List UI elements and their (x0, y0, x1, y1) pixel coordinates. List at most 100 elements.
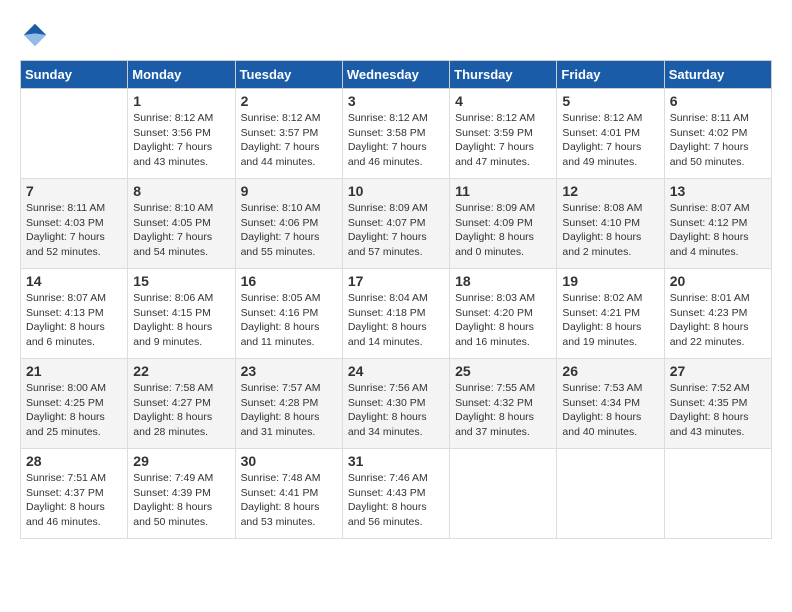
day-info: Sunrise: 8:09 AMSunset: 4:09 PMDaylight:… (455, 201, 551, 260)
day-cell: 27 Sunrise: 7:52 AMSunset: 4:35 PMDayligh… (664, 359, 771, 449)
day-cell: 30 Sunrise: 7:48 AMSunset: 4:41 PMDayligh… (235, 449, 342, 539)
day-info: Sunrise: 8:12 AMSunset: 3:58 PMDaylight:… (348, 111, 444, 170)
day-number: 30 (241, 453, 337, 469)
day-number: 4 (455, 93, 551, 109)
day-info: Sunrise: 7:52 AMSunset: 4:35 PMDaylight:… (670, 381, 766, 440)
day-info: Sunrise: 8:12 AMSunset: 3:56 PMDaylight:… (133, 111, 229, 170)
day-info: Sunrise: 7:56 AMSunset: 4:30 PMDaylight:… (348, 381, 444, 440)
day-cell: 4 Sunrise: 8:12 AMSunset: 3:59 PMDaylight… (450, 89, 557, 179)
week-row-4: 21 Sunrise: 8:00 AMSunset: 4:25 PMDayligh… (21, 359, 772, 449)
day-info: Sunrise: 7:46 AMSunset: 4:43 PMDaylight:… (348, 471, 444, 530)
day-number: 1 (133, 93, 229, 109)
day-cell: 29Sunrise: 7:49 AMSunset: 4:39 PMDayligh… (128, 449, 235, 539)
day-cell: 14 Sunrise: 8:07 AMSunset: 4:13 PMDayligh… (21, 269, 128, 359)
day-info: Sunrise: 8:03 AMSunset: 4:20 PMDaylight:… (455, 291, 551, 350)
day-info: Sunrise: 8:11 AMSunset: 4:03 PMDaylight:… (26, 201, 122, 260)
day-cell: 16Sunrise: 8:05 AMSunset: 4:16 PMDayligh… (235, 269, 342, 359)
day-number: 26 (562, 363, 658, 379)
day-info: Sunrise: 8:10 AMSunset: 4:06 PMDaylight:… (241, 201, 337, 260)
day-cell: 6 Sunrise: 8:11 AMSunset: 4:02 PMDaylight… (664, 89, 771, 179)
day-cell: 12Sunrise: 8:08 AMSunset: 4:10 PMDayligh… (557, 179, 664, 269)
day-cell: 17 Sunrise: 8:04 AMSunset: 4:18 PMDayligh… (342, 269, 449, 359)
day-number: 18 (455, 273, 551, 289)
day-number: 8 (133, 183, 229, 199)
day-cell: 13 Sunrise: 8:07 AMSunset: 4:12 PMDayligh… (664, 179, 771, 269)
day-number: 20 (670, 273, 766, 289)
day-info: Sunrise: 8:11 AMSunset: 4:02 PMDaylight:… (670, 111, 766, 170)
day-cell: 21 Sunrise: 8:00 AMSunset: 4:25 PMDayligh… (21, 359, 128, 449)
day-info: Sunrise: 8:04 AMSunset: 4:18 PMDaylight:… (348, 291, 444, 350)
day-number: 2 (241, 93, 337, 109)
day-cell: 10 Sunrise: 8:09 AMSunset: 4:07 PMDayligh… (342, 179, 449, 269)
day-info: Sunrise: 8:07 AMSunset: 4:12 PMDaylight:… (670, 201, 766, 260)
col-header-saturday: Saturday (664, 61, 771, 89)
day-cell: 25 Sunrise: 7:55 AMSunset: 4:32 PMDayligh… (450, 359, 557, 449)
logo (20, 20, 54, 50)
day-number: 31 (348, 453, 444, 469)
day-cell: 1 Sunrise: 8:12 AMSunset: 3:56 PMDaylight… (128, 89, 235, 179)
day-cell: 28Sunrise: 7:51 AMSunset: 4:37 PMDayligh… (21, 449, 128, 539)
day-info: Sunrise: 8:05 AMSunset: 4:16 PMDaylight:… (241, 291, 337, 350)
week-row-5: 28Sunrise: 7:51 AMSunset: 4:37 PMDayligh… (21, 449, 772, 539)
day-info: Sunrise: 7:55 AMSunset: 4:32 PMDaylight:… (455, 381, 551, 440)
day-info: Sunrise: 7:57 AMSunset: 4:28 PMDaylight:… (241, 381, 337, 440)
day-cell: 3 Sunrise: 8:12 AMSunset: 3:58 PMDaylight… (342, 89, 449, 179)
day-info: Sunrise: 8:12 AMSunset: 3:57 PMDaylight:… (241, 111, 337, 170)
day-cell (557, 449, 664, 539)
day-info: Sunrise: 8:00 AMSunset: 4:25 PMDaylight:… (26, 381, 122, 440)
day-number: 22 (133, 363, 229, 379)
day-cell: 18 Sunrise: 8:03 AMSunset: 4:20 PMDayligh… (450, 269, 557, 359)
day-info: Sunrise: 8:07 AMSunset: 4:13 PMDaylight:… (26, 291, 122, 350)
day-number: 5 (562, 93, 658, 109)
col-header-thursday: Thursday (450, 61, 557, 89)
day-cell (664, 449, 771, 539)
day-info: Sunrise: 7:53 AMSunset: 4:34 PMDaylight:… (562, 381, 658, 440)
day-info: Sunrise: 8:12 AMSunset: 4:01 PMDaylight:… (562, 111, 658, 170)
col-header-monday: Monday (128, 61, 235, 89)
day-info: Sunrise: 7:48 AMSunset: 4:41 PMDaylight:… (241, 471, 337, 530)
day-cell: 22Sunrise: 7:58 AMSunset: 4:27 PMDayligh… (128, 359, 235, 449)
day-cell: 2 Sunrise: 8:12 AMSunset: 3:57 PMDaylight… (235, 89, 342, 179)
day-cell: 9 Sunrise: 8:10 AMSunset: 4:06 PMDaylight… (235, 179, 342, 269)
logo-icon (20, 20, 50, 50)
col-header-friday: Friday (557, 61, 664, 89)
day-number: 17 (348, 273, 444, 289)
col-header-wednesday: Wednesday (342, 61, 449, 89)
header-row: SundayMondayTuesdayWednesdayThursdayFrid… (21, 61, 772, 89)
day-cell: 26 Sunrise: 7:53 AMSunset: 4:34 PMDayligh… (557, 359, 664, 449)
day-number: 25 (455, 363, 551, 379)
day-cell: 23 Sunrise: 7:57 AMSunset: 4:28 PMDayligh… (235, 359, 342, 449)
day-info: Sunrise: 8:12 AMSunset: 3:59 PMDaylight:… (455, 111, 551, 170)
day-number: 7 (26, 183, 122, 199)
day-cell (450, 449, 557, 539)
day-number: 10 (348, 183, 444, 199)
day-cell: 7 Sunrise: 8:11 AMSunset: 4:03 PMDaylight… (21, 179, 128, 269)
day-number: 28 (26, 453, 122, 469)
day-cell: 15Sunrise: 8:06 AMSunset: 4:15 PMDayligh… (128, 269, 235, 359)
day-number: 24 (348, 363, 444, 379)
day-cell: 20 Sunrise: 8:01 AMSunset: 4:23 PMDayligh… (664, 269, 771, 359)
day-number: 13 (670, 183, 766, 199)
day-number: 11 (455, 183, 551, 199)
col-header-tuesday: Tuesday (235, 61, 342, 89)
day-number: 29 (133, 453, 229, 469)
page-header (20, 20, 772, 50)
day-number: 6 (670, 93, 766, 109)
day-number: 3 (348, 93, 444, 109)
day-number: 12 (562, 183, 658, 199)
day-number: 14 (26, 273, 122, 289)
day-number: 19 (562, 273, 658, 289)
week-row-1: 1 Sunrise: 8:12 AMSunset: 3:56 PMDaylight… (21, 89, 772, 179)
day-number: 27 (670, 363, 766, 379)
col-header-sunday: Sunday (21, 61, 128, 89)
day-number: 21 (26, 363, 122, 379)
week-row-3: 14 Sunrise: 8:07 AMSunset: 4:13 PMDayligh… (21, 269, 772, 359)
week-row-2: 7 Sunrise: 8:11 AMSunset: 4:03 PMDaylight… (21, 179, 772, 269)
calendar-table: SundayMondayTuesdayWednesdayThursdayFrid… (20, 60, 772, 539)
day-info: Sunrise: 8:01 AMSunset: 4:23 PMDaylight:… (670, 291, 766, 350)
day-cell: 19Sunrise: 8:02 AMSunset: 4:21 PMDayligh… (557, 269, 664, 359)
day-info: Sunrise: 8:09 AMSunset: 4:07 PMDaylight:… (348, 201, 444, 260)
day-cell: 5 Sunrise: 8:12 AMSunset: 4:01 PMDaylight… (557, 89, 664, 179)
day-number: 9 (241, 183, 337, 199)
day-number: 23 (241, 363, 337, 379)
